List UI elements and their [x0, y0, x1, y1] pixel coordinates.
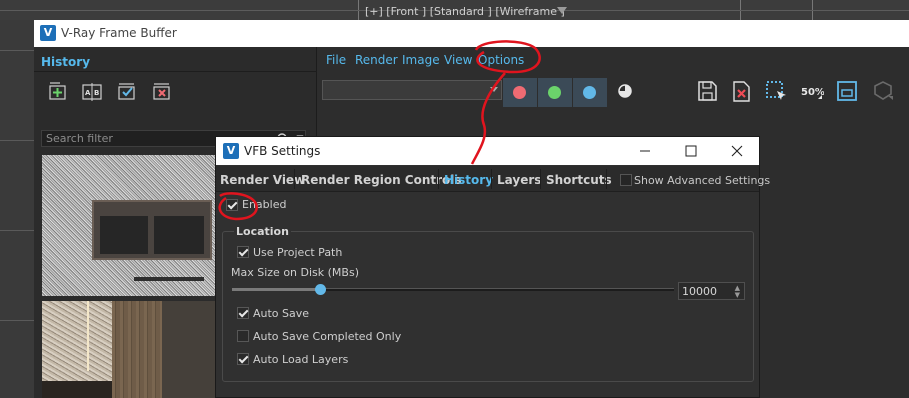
grid-line — [0, 230, 34, 231]
auto-load-layers-checkbox[interactable] — [237, 353, 249, 365]
green-channel-button[interactable] — [538, 78, 572, 107]
clear-image-icon[interactable] — [728, 78, 754, 104]
delete-history-icon[interactable] — [151, 80, 173, 102]
tab-render-view[interactable]: Render View — [220, 173, 305, 187]
menu-render[interactable]: Render — [355, 53, 398, 67]
max-size-input[interactable] — [682, 284, 730, 298]
location-title: Location — [234, 225, 291, 238]
add-history-icon[interactable] — [47, 80, 69, 102]
history-thumbnail[interactable] — [42, 155, 218, 296]
region-select-icon[interactable] — [763, 78, 789, 104]
close-icon — [731, 145, 743, 157]
divider — [540, 169, 541, 189]
show-advanced-label: Show Advanced Settings — [634, 174, 771, 187]
ab-compare-icon[interactable]: AB — [81, 80, 103, 102]
chevron-down-icon — [490, 87, 498, 92]
max-size-label: Max Size on Disk (MBs) — [231, 266, 359, 279]
screen: [+] [Front ] [Standard ] [Wireframe ] V … — [0, 0, 909, 398]
viewport-left-strip — [0, 20, 34, 398]
tab-history[interactable]: History — [444, 173, 493, 187]
save-icon[interactable] — [694, 78, 720, 104]
viewport-dropdown-icon[interactable] — [557, 7, 567, 14]
max-size-spinner[interactable]: ▲ ▼ — [678, 282, 745, 300]
use-project-path-label: Use Project Path — [253, 246, 343, 259]
lens-icon[interactable] — [870, 78, 896, 104]
auto-save-checkbox[interactable] — [237, 307, 249, 319]
settings-tabbar: Render View Render Region Controls Histo… — [216, 166, 770, 192]
red-channel-button[interactable] — [503, 78, 537, 107]
auto-save-label: Auto Save — [253, 307, 310, 320]
vray-logo-icon: V — [223, 143, 239, 159]
enabled-label: Enabled — [242, 198, 287, 211]
divider — [438, 169, 439, 189]
maximize-button[interactable] — [668, 137, 714, 165]
vfb-titlebar[interactable]: V V-Ray Frame Buffer — [34, 20, 909, 47]
red-dot-icon — [513, 86, 526, 99]
viewport-background: [+] [Front ] [Standard ] [Wireframe ] — [0, 0, 909, 20]
viewport-label[interactable]: [+] [Front ] [Standard ] [Wireframe ] — [365, 5, 565, 18]
green-dot-icon — [548, 86, 561, 99]
minimize-button[interactable] — [622, 137, 668, 165]
checkbox-icon[interactable] — [116, 80, 138, 102]
divider — [294, 169, 295, 189]
vfb-title: V-Ray Frame Buffer — [61, 26, 177, 40]
svg-text:A: A — [85, 89, 91, 97]
thumbnail-content — [92, 200, 212, 260]
close-button[interactable] — [714, 137, 760, 165]
divider — [606, 169, 607, 189]
auto-load-layers-label: Auto Load Layers — [253, 353, 349, 366]
menu-view[interactable]: View — [444, 53, 472, 67]
auto-save-completed-checkbox[interactable] — [237, 330, 249, 342]
contrast-icon[interactable] — [612, 78, 638, 104]
show-advanced-checkbox[interactable] — [620, 174, 632, 186]
history-thumbnail[interactable] — [42, 301, 218, 398]
grid-line — [0, 50, 34, 51]
svg-text:B: B — [94, 89, 99, 97]
dialog-title: VFB Settings — [244, 144, 321, 158]
grid-line — [0, 140, 34, 141]
thumbnail-content — [134, 277, 204, 281]
vfb-settings-dialog: V VFB Settings Render View Render Region… — [215, 136, 770, 398]
tab-layers[interactable]: Layers — [497, 173, 541, 187]
divider — [34, 71, 317, 72]
minimize-icon — [640, 150, 650, 152]
dialog-titlebar[interactable]: V VFB Settings — [216, 137, 759, 165]
blue-dot-icon — [583, 86, 596, 99]
history-header: History — [41, 55, 91, 69]
max-size-slider[interactable] — [232, 288, 674, 291]
vray-logo-icon: V — [40, 25, 56, 41]
spinner-down-icon[interactable]: ▼ — [735, 292, 740, 299]
frame-icon[interactable] — [834, 78, 860, 104]
enabled-checkbox[interactable] — [226, 199, 238, 211]
tab-shortcuts[interactable]: Shortcuts — [546, 173, 612, 187]
zoom-50-icon[interactable]: 50% — [798, 78, 824, 104]
thumbnail-content — [87, 301, 89, 371]
thumbnail-content — [112, 301, 162, 398]
menu-file[interactable]: File — [326, 53, 346, 67]
grid-line — [0, 320, 34, 321]
thumbnail-content — [42, 381, 112, 398]
slider-handle[interactable] — [315, 284, 326, 295]
slider-fill — [232, 288, 320, 291]
thumbnail-content — [162, 301, 218, 398]
menu-image[interactable]: Image — [402, 53, 440, 67]
svg-text:50%: 50% — [801, 87, 824, 98]
blue-channel-button[interactable] — [573, 78, 607, 107]
channel-dropdown[interactable] — [322, 80, 502, 100]
use-project-path-checkbox[interactable] — [237, 246, 249, 258]
auto-save-completed-label: Auto Save Completed Only — [253, 330, 402, 343]
divider — [491, 169, 492, 189]
menu-options[interactable]: Options — [478, 53, 524, 67]
maximize-icon — [685, 145, 697, 157]
